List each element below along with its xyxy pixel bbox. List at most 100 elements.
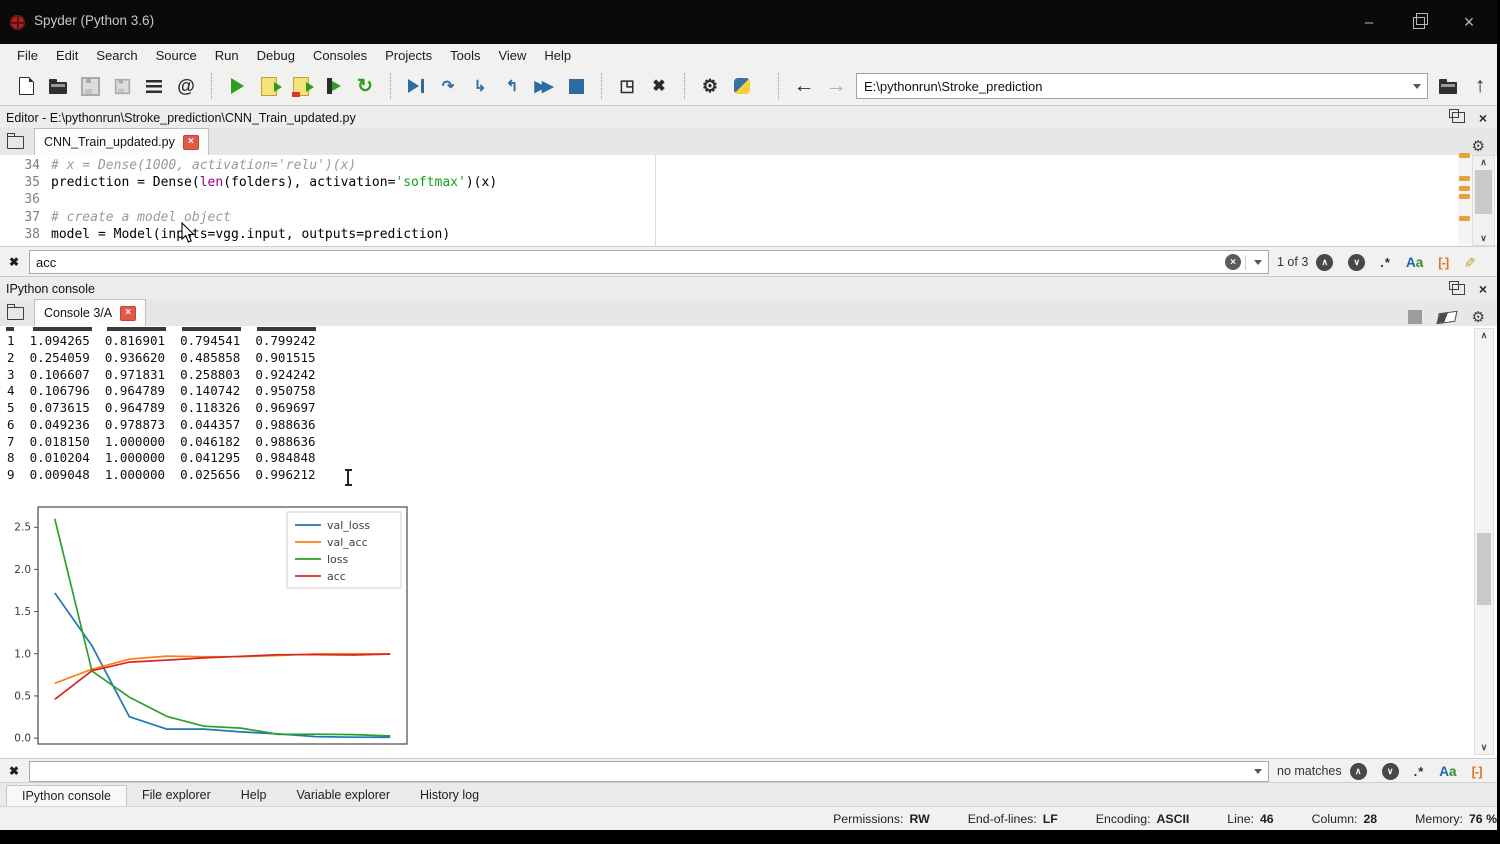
console-find-input[interactable] [30,764,1248,779]
regex-toggle[interactable]: .* [1414,764,1425,779]
preferences-button[interactable]: ⚙ [696,71,724,101]
whole-words-toggle[interactable]: [-] [1472,764,1482,779]
debug-continue-button[interactable]: ▶▶ [530,71,558,101]
menu-search[interactable]: Search [87,48,146,63]
open-file-button[interactable] [44,71,72,101]
menu-tools[interactable]: Tools [441,48,489,63]
fullscreen-button[interactable]: ✖ [645,71,673,101]
console-output-area[interactable]: 1 1.094265 0.816901 0.794541 0.7992422 0… [0,326,1497,758]
find-next-button[interactable]: ∨ [1382,763,1399,780]
highlight-matches-toggle[interactable]: ✎ [1461,256,1478,268]
file-switcher-button[interactable] [140,71,168,101]
console-panel-header: IPython console × [0,276,1497,301]
clear-search-icon[interactable]: × [1225,254,1241,270]
symbol-finder-button[interactable]: @ [172,71,200,101]
menu-edit[interactable]: Edit [47,48,87,63]
menu-consoles[interactable]: Consoles [304,48,376,63]
working-directory-input[interactable] [857,79,1407,94]
scroll-down-icon[interactable]: ∨ [1475,741,1493,754]
chevron-down-icon [1413,84,1421,89]
case-sensitive-toggle[interactable]: Aa [1439,764,1456,779]
menu-view[interactable]: View [489,48,535,63]
browse-tabs-button[interactable] [0,300,30,326]
menu-help[interactable]: Help [535,48,580,63]
run-cell-advance-button[interactable] [287,71,315,101]
debug-step-into-button[interactable]: ↳ [466,71,494,101]
chevron-down-icon [1254,769,1262,774]
search-marker-strip [1458,155,1472,246]
console-output-row: 4 0.106796 0.964789 0.140742 0.950758 [7,383,316,400]
clear-console-icon[interactable] [1436,310,1457,323]
undock-icon[interactable] [1452,112,1465,123]
scroll-up-icon[interactable]: ∧ [1475,329,1493,342]
browse-tabs-button[interactable] [0,129,30,155]
console-scrollbar-thumb[interactable] [1477,533,1491,605]
browse-directory-button[interactable] [1434,71,1462,101]
debug-file-button[interactable] [402,71,430,101]
editor-find-bar: ✖ × 1 of 3 ∧ ∨ .* Aa [-] ✎ [0,246,1500,277]
maximize-pane-button[interactable]: ◳ [613,71,641,101]
menu-projects[interactable]: Projects [376,48,441,63]
find-close-button[interactable]: ✖ [9,764,29,778]
debug-stop-button[interactable] [562,71,590,101]
tab-close-button[interactable]: × [183,135,199,150]
debug-step-button[interactable]: ↷ [434,71,462,101]
menu-debug[interactable]: Debug [248,48,304,63]
menu-source[interactable]: Source [147,48,206,63]
back-arrow-icon: ← [794,74,815,98]
regex-toggle[interactable]: .* [1380,255,1391,270]
editor-scrollbar[interactable]: ∧ ∨ [1472,155,1495,246]
editor-options-button[interactable]: ⚙ [1472,137,1485,155]
interrupt-kernel-icon[interactable] [1408,310,1422,324]
find-history-dropdown[interactable] [1248,252,1268,272]
forward-button[interactable]: → [822,71,850,101]
main-toolbar: @ ↻ ↷ ↳ ↰ ▶▶ ◳ ✖ ⚙ ← → ↑ [0,67,1500,105]
spyder-logo-icon [10,15,25,30]
find-previous-button[interactable]: ∧ [1350,763,1367,780]
rerun-button[interactable]: ↻ [351,71,379,101]
panel-tab-help[interactable]: Help [226,785,282,805]
scroll-up-icon[interactable]: ∧ [1473,156,1494,169]
pythonpath-button[interactable] [728,71,756,101]
new-file-button[interactable] [12,71,40,101]
run-cell-button[interactable] [255,71,283,101]
run-file-button[interactable] [223,71,251,101]
parent-directory-button[interactable]: ↑ [1466,71,1494,101]
panel-tab-ipython-console[interactable]: IPython console [6,785,127,806]
whole-words-toggle[interactable]: [-] [1438,255,1448,270]
code-editor[interactable]: 34# x = Dense(1000, activation='relu')(x… [0,155,1497,246]
menu-run[interactable]: Run [206,48,248,63]
editor-scrollbar-thumb[interactable] [1475,170,1492,214]
panel-tab-history-log[interactable]: History log [405,785,494,805]
find-close-button[interactable]: ✖ [9,255,29,269]
stop-icon [569,79,584,94]
menu-file[interactable]: File [8,48,47,63]
close-pane-icon[interactable]: × [1479,282,1487,296]
console-tab[interactable]: Console 3/A × [34,299,146,326]
case-sensitive-toggle[interactable]: Aa [1406,255,1423,270]
undock-icon[interactable] [1452,284,1465,295]
console-options-button[interactable]: ⚙ [1472,308,1485,326]
panel-tab-file-explorer[interactable]: File explorer [127,785,226,805]
scroll-down-icon[interactable]: ∨ [1473,232,1494,245]
save-all-button[interactable] [108,71,136,101]
find-previous-button[interactable]: ∧ [1316,254,1333,271]
tab-close-button[interactable]: × [120,306,136,321]
find-history-dropdown[interactable] [1248,763,1268,780]
editor-find-input[interactable] [30,255,1225,270]
console-scrollbar[interactable]: ∧ ∨ [1474,328,1494,755]
status-label: Memory: [1415,812,1463,826]
close-pane-icon[interactable]: × [1479,111,1487,125]
save-button[interactable] [76,71,104,101]
working-directory-dropdown[interactable] [1407,74,1427,98]
close-button[interactable]: × [1444,0,1494,44]
back-button[interactable]: ← [790,71,818,101]
run-selection-button[interactable] [319,71,347,101]
editor-tab[interactable]: CNN_Train_updated.py × [34,128,209,155]
find-result-count: 1 of 3 [1277,255,1308,269]
find-next-button[interactable]: ∨ [1348,254,1365,271]
restore-button[interactable] [1394,0,1444,44]
panel-tab-variable-explorer[interactable]: Variable explorer [281,785,405,805]
debug-step-return-button[interactable]: ↰ [498,71,526,101]
minimize-button[interactable]: – [1344,0,1394,44]
